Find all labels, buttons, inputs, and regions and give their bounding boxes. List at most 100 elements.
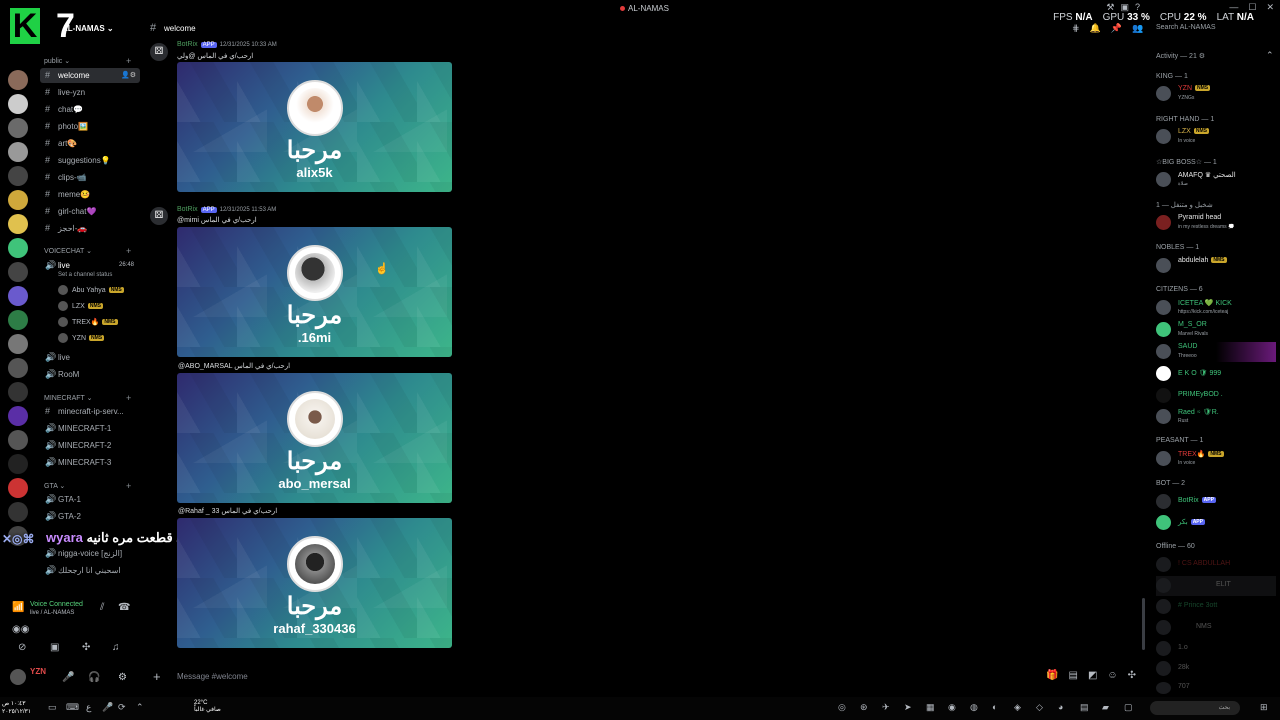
welcome-card[interactable]: مرحبا .16mi	[177, 227, 452, 357]
server-icon[interactable]	[8, 238, 28, 258]
collapse-chevron-icon[interactable]: ⌃	[1266, 50, 1274, 61]
server-icon[interactable]	[8, 382, 28, 402]
channel-settings-icon[interactable]: 👤⚙	[121, 68, 136, 83]
mic-icon[interactable]: 🎤	[62, 672, 74, 683]
voice-channel-item[interactable]: 🔊 MINECRAFT-2	[40, 438, 140, 453]
server-icon[interactable]	[8, 142, 28, 162]
disconnect-icon[interactable]: ☎	[118, 602, 130, 613]
voice-channel-item[interactable]: 🔊 GTA-1	[40, 492, 140, 507]
server-icon[interactable]	[8, 406, 28, 426]
member-item[interactable]: ELIT	[1156, 576, 1276, 596]
bot-avatar[interactable]: ⚄	[150, 207, 168, 225]
member-item[interactable]: E K O 🛡 999	[1156, 364, 1276, 384]
category-gta[interactable]: GTA ⌄ +	[44, 481, 131, 491]
member-scrollbar[interactable]	[1142, 598, 1145, 650]
add-channel-icon[interactable]: +	[126, 246, 131, 256]
server-search[interactable]: Search AL-NAMAS	[1156, 24, 1216, 31]
add-channel-icon[interactable]: +	[126, 56, 131, 66]
channel-item[interactable]: # girl-chat💜	[40, 204, 140, 219]
discord-taskbar-icon[interactable]: ◍	[970, 702, 978, 713]
server-icon[interactable]	[8, 94, 28, 114]
voice-member[interactable]: LZX NMS	[58, 301, 103, 311]
app-icon[interactable]: ✈	[882, 702, 890, 713]
steam-icon[interactable]: ◎	[838, 702, 846, 713]
member-item[interactable]: Raed ⍨ 🛡R. Rust	[1156, 407, 1276, 427]
member-item[interactable]: TREX🔥 NMS In voice	[1156, 449, 1276, 469]
app-icon[interactable]: ◐	[992, 702, 997, 712]
display-icon[interactable]: ⌨	[66, 702, 79, 713]
channel-status[interactable]: Set a channel status	[58, 272, 112, 278]
notification-icon[interactable]: ▭	[48, 702, 57, 713]
member-item[interactable]: abdulelah NMS	[1156, 256, 1276, 276]
server-icon[interactable]	[8, 478, 28, 498]
member-item[interactable]: M_S_OR Marvel Rivals	[1156, 320, 1276, 340]
app-icon[interactable]: ◉	[948, 702, 956, 713]
member-item[interactable]: Pyramid head in my restless dreams 💭	[1156, 213, 1276, 233]
server-icon[interactable]	[8, 214, 28, 234]
channel-item[interactable]: # meme🤒	[40, 187, 140, 202]
bot-avatar[interactable]: ⚄	[150, 43, 168, 61]
app-icon[interactable]: ➤	[904, 702, 912, 713]
channel-item[interactable]: # suggestions💡	[40, 153, 140, 168]
voice-channel-item[interactable]: 🔊 GTA-2	[40, 509, 140, 524]
channel-item[interactable]: # photo🖼️	[40, 119, 140, 134]
signal-icon[interactable]: 📶	[12, 602, 24, 613]
channel-item[interactable]: # live-yzn	[40, 85, 140, 100]
close-icon[interactable]: ✕	[1266, 2, 1274, 13]
member-item[interactable]: YZN NMS YZNGs	[1156, 84, 1276, 104]
voice-channel-item[interactable]: 🔊 MINECRAFT-1	[40, 421, 140, 436]
voice-member[interactable]: Abu Yahya NMS	[58, 285, 124, 295]
server-icon[interactable]	[8, 166, 28, 186]
server-icon[interactable]	[8, 70, 28, 90]
member-item[interactable]: بكر APP	[1156, 513, 1276, 533]
message-input[interactable]: Message #welcome	[177, 672, 248, 681]
server-icon[interactable]	[8, 430, 28, 450]
app-icon[interactable]: ⊛	[860, 702, 868, 713]
camera-icon[interactable]: ⊘	[18, 642, 26, 653]
app-icon[interactable]: ▦	[926, 702, 935, 713]
server-icon[interactable]	[8, 118, 28, 138]
headphones-icon[interactable]: 🎧	[88, 672, 100, 683]
noise-suppression-icon[interactable]: ⫽	[100, 602, 104, 613]
emoji-icon[interactable]: ☺	[1107, 670, 1117, 681]
channel-item[interactable]: # clips-📹	[40, 170, 140, 185]
settings-gear-icon[interactable]: ⚙	[118, 672, 127, 683]
mic-tray-icon[interactable]: 🎤	[102, 702, 113, 713]
category-voicechat[interactable]: VOICECHAT ⌄ +	[44, 246, 131, 256]
member-item[interactable]: LZX NMS In voice	[1156, 127, 1276, 147]
activity-header[interactable]: Activity — 21 ⚙	[1156, 52, 1205, 60]
chrome-icon[interactable]: ◕	[1058, 702, 1063, 712]
member-item[interactable]: 1.o	[1156, 639, 1276, 659]
weather-widget[interactable]: 22°C صافي غالباً	[194, 700, 221, 713]
member-item[interactable]: # Prince 3ott	[1156, 597, 1276, 617]
message-author[interactable]: BotRix	[177, 41, 198, 48]
chevron-up-icon[interactable]: ⌃	[136, 702, 144, 713]
member-item[interactable]: NMS	[1156, 618, 1276, 638]
server-icon[interactable]	[8, 190, 28, 210]
member-item[interactable]: 707	[1156, 680, 1276, 696]
attach-plus-icon[interactable]: +	[153, 669, 161, 684]
app-icon[interactable]: ◈	[1014, 702, 1021, 713]
server-icon[interactable]	[8, 262, 28, 282]
voice-channel-live[interactable]: 🔊 live 26:48	[40, 258, 140, 273]
member-item[interactable]: BotRix APP	[1156, 492, 1276, 512]
server-icon[interactable]	[8, 502, 28, 522]
activities-icon[interactable]: ✣	[82, 642, 90, 653]
voice-channel-item[interactable]: 🔊 nigga-voice [الزنج]	[40, 546, 140, 561]
taskbar-clock[interactable]: ١٠:٤٣ ص ٢٠٢٥/١٢/٣١	[2, 700, 31, 716]
welcome-card[interactable]: مرحبا abo_mersal	[177, 373, 452, 503]
voice-channel-item[interactable]: 🔊 RooM	[40, 367, 140, 382]
sticker-icon[interactable]: ◩	[1088, 670, 1097, 681]
start-windows-icon[interactable]: ⊞	[1260, 702, 1268, 713]
voice-channel-item[interactable]: 🔊 MINECRAFT-3	[40, 455, 140, 470]
soundboard-icon[interactable]: ♫	[112, 642, 120, 653]
server-icon[interactable]	[8, 334, 28, 354]
message-author[interactable]: BotRix	[177, 206, 198, 213]
category-public[interactable]: public ⌄ +	[44, 56, 131, 66]
language-indicator[interactable]: ع	[86, 702, 91, 713]
channel-item[interactable]: # minecraft-ip-serv...	[40, 404, 140, 419]
app-icon[interactable]: ◇	[1036, 702, 1043, 713]
server-icon[interactable]	[8, 286, 28, 306]
welcome-card[interactable]: مرحبا alix5k	[177, 62, 452, 192]
taskbar-search[interactable]: بحث	[1150, 701, 1240, 715]
